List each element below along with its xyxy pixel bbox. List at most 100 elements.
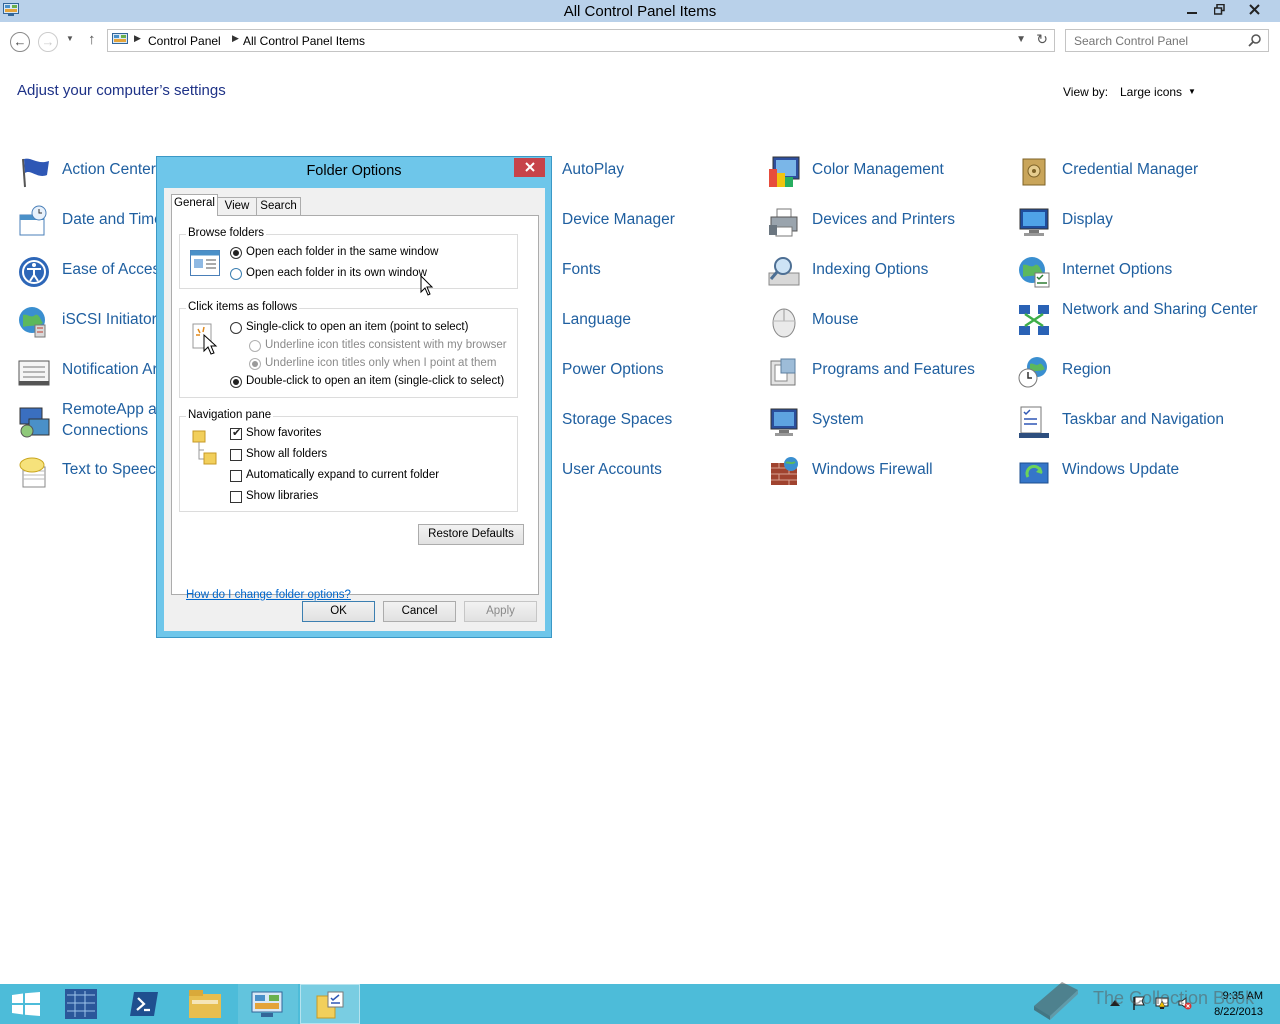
windows-update-icon: [1019, 462, 1049, 484]
dialog-close-button[interactable]: [514, 158, 545, 177]
restore-icon: [1213, 3, 1225, 15]
calendar-clock-icon: [19, 205, 47, 236]
help-link[interactable]: How do I change folder options?: [186, 589, 351, 601]
mouse-cursor-icon: [420, 275, 434, 296]
dialog-body: General View Search Browse folders Open …: [164, 188, 545, 631]
breadcrumb-separator-icon[interactable]: ▶: [232, 33, 239, 44]
dialog-title: Folder Options: [306, 163, 402, 179]
taskbar-powershell[interactable]: [114, 984, 174, 1024]
show-favorites-label[interactable]: Show favorites: [246, 427, 321, 439]
cp-item-display[interactable]: Display: [1017, 205, 1257, 245]
forward-arrow-icon: →: [41, 34, 55, 49]
auto-expand-checkbox[interactable]: [230, 470, 242, 482]
cp-item-programs-and-features[interactable]: Programs and Features: [767, 355, 1007, 395]
underline-point-label[interactable]: Underline icon titles only when I point …: [265, 357, 496, 369]
restore-defaults-button[interactable]: Restore Defaults: [418, 524, 524, 545]
cp-item-windows-update[interactable]: Windows Update: [1017, 455, 1257, 495]
cp-item-credential-manager[interactable]: Credential Manager: [1017, 155, 1257, 195]
cp-item-label: Language: [562, 311, 631, 328]
search-input[interactable]: [1066, 30, 1246, 51]
search-icon[interactable]: [1248, 33, 1262, 47]
cp-item-user-accounts[interactable]: User Accounts: [517, 455, 757, 495]
double-click-label[interactable]: Double-click to open an item (single-cli…: [246, 375, 504, 387]
cp-item-color-management[interactable]: Color Management: [767, 155, 1007, 195]
cp-item-taskbar-and-navigation[interactable]: Taskbar and Navigation: [1017, 405, 1257, 445]
globe-icon: [1019, 257, 1050, 288]
underline-point-radio[interactable]: [249, 358, 261, 370]
double-click-radio[interactable]: [230, 376, 242, 388]
show-libraries-label[interactable]: Show libraries: [246, 490, 318, 502]
view-by-dropdown-arrow-icon[interactable]: ▼: [1188, 87, 1196, 96]
underline-browser-label[interactable]: Underline icon titles consistent with my…: [265, 339, 507, 351]
ok-button[interactable]: OK: [302, 601, 375, 622]
cp-item-devices-and-printers[interactable]: Devices and Printers: [767, 205, 1007, 245]
tab-general[interactable]: General: [171, 194, 218, 216]
powershell-icon: [130, 992, 158, 1016]
file-explorer-icon: [189, 990, 221, 1018]
cp-item-system[interactable]: System: [767, 405, 1007, 445]
show-favorites-checkbox[interactable]: [230, 426, 242, 440]
up-button[interactable]: ↑: [88, 31, 96, 48]
show-libraries-checkbox[interactable]: [230, 491, 242, 503]
cp-item-label: Color Management: [812, 161, 944, 178]
search-box[interactable]: [1065, 29, 1269, 52]
same-window-radio[interactable]: [230, 247, 242, 259]
view-by-dropdown[interactable]: Large icons: [1120, 85, 1182, 99]
back-button[interactable]: ←: [10, 32, 30, 52]
auto-expand-label[interactable]: Automatically expand to current folder: [246, 469, 439, 481]
cp-item-device-manager[interactable]: Device Manager: [517, 205, 757, 245]
underline-browser-radio[interactable]: [249, 340, 261, 352]
address-dropdown-icon[interactable]: ▼: [1016, 34, 1026, 45]
breadcrumb-separator-icon[interactable]: ▶: [134, 33, 141, 44]
cp-item-autoplay[interactable]: AutoPlay: [517, 155, 757, 195]
single-click-radio[interactable]: [230, 322, 242, 334]
mouse-icon: [772, 308, 796, 338]
cp-item-mouse[interactable]: Mouse: [767, 305, 1007, 345]
up-arrow-icon: ↑: [88, 31, 96, 48]
taskbar-control-panel[interactable]: [238, 984, 298, 1024]
server-manager-icon: [65, 989, 97, 1019]
taskbar-file-explorer[interactable]: [176, 984, 236, 1024]
close-button[interactable]: [1232, 0, 1276, 20]
cp-item-region[interactable]: Region: [1017, 355, 1257, 395]
cp-item-storage-spaces[interactable]: Storage Spaces: [517, 405, 757, 445]
taskbar-server-manager[interactable]: [52, 984, 112, 1024]
cp-item-indexing-options[interactable]: Indexing Options: [767, 255, 1007, 295]
cp-item-windows-firewall[interactable]: Windows Firewall: [767, 455, 1007, 495]
folder-options-icon: [316, 991, 344, 1019]
forward-button[interactable]: →: [38, 32, 58, 52]
ease-of-access-icon: [19, 257, 49, 287]
breadcrumb-all-items[interactable]: All Control Panel Items: [243, 34, 365, 48]
address-bar[interactable]: ▶ Control Panel ▶ All Control Panel Item…: [107, 29, 1055, 52]
start-button[interactable]: [0, 984, 60, 1024]
single-click-label[interactable]: Single-click to open an item (point to s…: [246, 321, 468, 333]
view-by-label: View by:: [1063, 85, 1109, 99]
recent-locations-dropdown[interactable]: ▼: [66, 34, 74, 43]
breadcrumb-control-panel[interactable]: Control Panel: [148, 34, 221, 48]
own-window-radio[interactable]: [230, 268, 242, 280]
tab-view[interactable]: View: [217, 197, 257, 216]
navigation-pane-group: Navigation pane Show favorites Show all …: [179, 409, 518, 512]
restore-button[interactable]: [1205, 0, 1233, 20]
cp-item-network-and-sharing-center[interactable]: Network and Sharing Center: [1017, 295, 1258, 345]
show-all-folders-checkbox[interactable]: [230, 449, 242, 461]
cp-item-fonts[interactable]: Fonts: [517, 255, 757, 295]
cp-item-label: Indexing Options: [812, 261, 929, 278]
taskbar-folder-options[interactable]: [300, 984, 360, 1024]
apply-button[interactable]: Apply: [464, 601, 537, 622]
show-all-folders-label[interactable]: Show all folders: [246, 448, 327, 460]
cp-item-power-options[interactable]: Power Options: [517, 355, 757, 395]
page-heading: Adjust your computer’s settings: [17, 82, 226, 99]
window-icon: [190, 250, 220, 276]
cancel-button[interactable]: Cancel: [383, 601, 456, 622]
same-window-label[interactable]: Open each folder in the same window: [246, 246, 438, 258]
tab-search[interactable]: Search: [256, 197, 301, 216]
cp-item-language[interactable]: Language: [517, 305, 757, 345]
control-panel-icon: [251, 991, 283, 1017]
refresh-icon[interactable]: ↻: [1036, 31, 1048, 48]
own-window-label[interactable]: Open each folder in its own window: [246, 267, 427, 279]
cp-item-label: Device Manager: [562, 211, 675, 228]
minimize-button[interactable]: [1178, 0, 1206, 20]
watermark-text: The Collection Book: [1093, 988, 1255, 1008]
cp-item-internet-options[interactable]: Internet Options: [1017, 255, 1257, 295]
